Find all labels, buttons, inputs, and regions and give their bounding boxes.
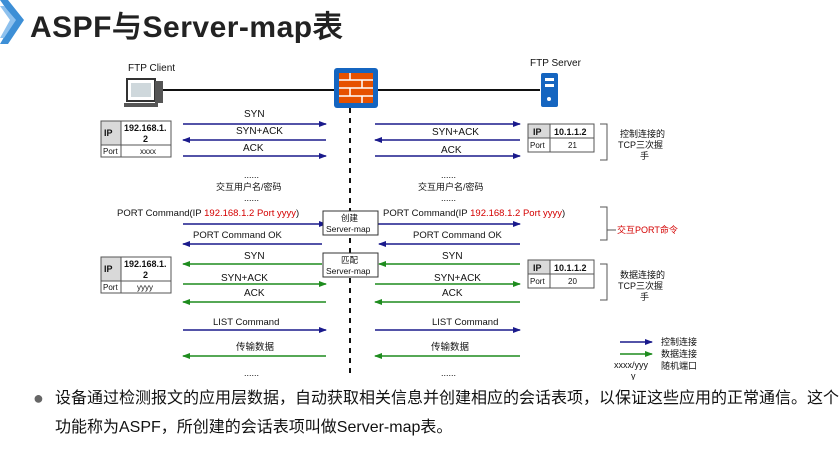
server-icon <box>541 73 558 107</box>
msg-port-command: PORT Command(IP 192.168.1.2 Port yyyy) <box>117 208 299 219</box>
dots: ...... <box>441 368 456 378</box>
legend-xy-line2: y <box>631 371 636 380</box>
create-servermap-box: 创建 Server-map <box>322 210 379 236</box>
ip-line2: 2 <box>143 270 148 280</box>
msg-transfer: 传输数据 <box>236 341 275 353</box>
msg-syn: SYN <box>244 251 265 262</box>
firewall-icon <box>334 68 378 108</box>
dots: ...... <box>244 193 259 203</box>
bracket-ctrl <box>600 123 608 161</box>
msg-syn: SYN <box>442 251 463 262</box>
table-port-header: Port <box>530 277 545 286</box>
bullet-dot: ● <box>33 388 44 408</box>
servermap-label: Server-map <box>326 266 371 276</box>
msg-list-command: LIST Command <box>213 317 279 328</box>
msg-port-command: PORT Command(IP 192.168.1.2 Port yyyy) <box>383 208 565 219</box>
create-label: 创建 <box>341 213 359 223</box>
ip-line1: 192.168.1. <box>124 259 167 269</box>
table-ip-header: IP <box>533 263 542 273</box>
msg-port-ok: PORT Command OK <box>413 230 503 241</box>
ip-line1: 192.168.1. <box>124 123 167 133</box>
msg-list-command: LIST Command <box>432 317 498 328</box>
annotation-port: 交互PORT命令 <box>617 224 678 235</box>
msg-ack: ACK <box>441 145 462 156</box>
annotation-ctrl-line2: TCP三次握 <box>618 139 663 150</box>
msg-port-ok: PORT Command OK <box>193 230 283 241</box>
pc-icon <box>124 78 163 107</box>
annotation-ctrl-line1: 控制连接的 <box>620 128 665 139</box>
table-port-value: xxxx <box>140 147 156 156</box>
legend-ctrl-label: 控制连接 <box>661 336 697 347</box>
aspf-diagram: FTP Client FTP Server IP 192.168.1. 2 Po… <box>100 58 697 380</box>
msg-synack: SYN+ACK <box>432 127 479 138</box>
server-ctrl-table: IP 10.1.1.2 Port 21 <box>527 123 595 153</box>
legend-xy-line1: xxxx/yyy <box>614 360 649 370</box>
table-port-value: 21 <box>568 141 577 150</box>
ftp-server-label: FTP Server <box>530 58 582 69</box>
dots: ...... <box>244 368 259 378</box>
annotation-data-line1: 数据连接的 <box>620 269 665 280</box>
msg-userpass: 交互用户名/密码 <box>216 181 282 192</box>
ftp-client-label: FTP Client <box>128 63 175 74</box>
table-ip-value: 10.1.1.2 <box>554 127 587 137</box>
table-port-value: 20 <box>568 277 577 286</box>
table-port-header: Port <box>103 283 118 292</box>
client-ctrl-table: IP 192.168.1. 2 Port xxxx <box>100 120 172 158</box>
msg-ack: ACK <box>244 288 265 299</box>
dots: ...... <box>244 170 259 180</box>
ip-line2: 2 <box>143 134 148 144</box>
dots: ...... <box>441 193 456 203</box>
annotation-data-line3: 手 <box>640 291 649 302</box>
msg-ack: ACK <box>442 288 463 299</box>
annotation-ctrl-line3: 手 <box>640 150 649 161</box>
bullet-text: 设备通过检测报文的应用层数据，自动获取相关信息并创建相应的会话表项，以保证这些应… <box>55 390 840 436</box>
table-port-value: yyyy <box>137 283 153 292</box>
legend-random-port: 随机端口 <box>661 360 697 371</box>
msg-ack: ACK <box>243 143 264 154</box>
msg-userpass: 交互用户名/密码 <box>418 181 484 192</box>
bracket-port <box>600 206 608 241</box>
msg-syn: SYN <box>244 109 265 120</box>
servermap-label: Server-map <box>326 224 371 234</box>
bracket-data <box>600 263 608 301</box>
match-servermap-box: 匹配 Server-map <box>322 252 379 278</box>
msg-synack: SYN+ACK <box>434 273 481 284</box>
table-ip-header: IP <box>104 128 113 138</box>
msg-synack: SYN+ACK <box>221 273 268 284</box>
dots: ...... <box>441 170 456 180</box>
legend: 控制连接 数据连接 xxxx/yyy y 随机端口 <box>614 336 697 380</box>
annotation-data-line2: TCP三次握 <box>618 280 663 291</box>
table-port-header: Port <box>530 141 545 150</box>
table-ip-header: IP <box>533 127 542 137</box>
table-ip-header: IP <box>104 264 113 274</box>
table-port-header: Port <box>103 147 118 156</box>
table-ip-value: 10.1.1.2 <box>554 263 587 273</box>
msg-transfer: 传输数据 <box>431 341 470 353</box>
match-label: 匹配 <box>341 255 359 265</box>
legend-data-label: 数据连接 <box>661 348 697 359</box>
client-data-table: IP 192.168.1. 2 Port yyyy <box>100 256 172 294</box>
msg-synack: SYN+ACK <box>236 126 283 137</box>
server-data-table: IP 10.1.1.2 Port 20 <box>527 259 595 289</box>
